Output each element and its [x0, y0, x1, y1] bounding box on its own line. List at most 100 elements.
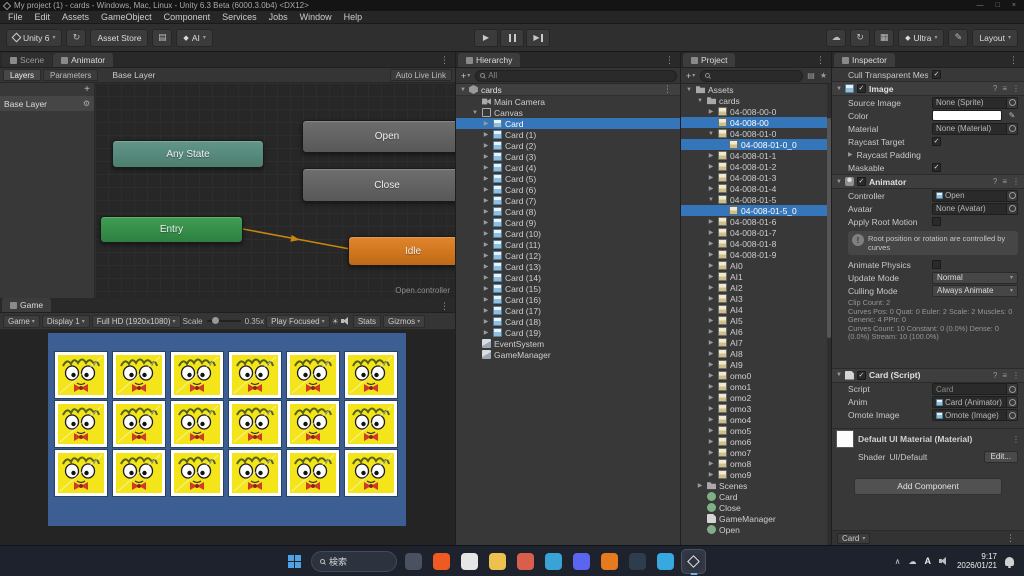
foldout-arrow[interactable]: ▶ — [707, 449, 715, 456]
eyedropper-icon[interactable]: ✎ — [1006, 110, 1018, 122]
hierarchy-item[interactable]: ▶ Card (9) — [456, 217, 680, 228]
foldout-arrow[interactable]: ▶ — [707, 108, 715, 115]
foldout-arrow[interactable]: ▶ — [482, 186, 490, 193]
raycast-target-checkbox[interactable]: ✓ — [932, 137, 941, 146]
project-item[interactable]: ▶ omo6 — [681, 436, 831, 447]
omote-image-field[interactable]: Omote (Image) — [932, 409, 1018, 421]
project-item[interactable]: Close — [681, 502, 831, 513]
menu-item[interactable]: Help — [338, 11, 369, 23]
project-item[interactable]: ▶ 04-008-00-0 — [681, 106, 831, 117]
game-card[interactable] — [229, 450, 281, 496]
hierarchy-item[interactable]: ▶ Card (12) — [456, 250, 680, 261]
auto-live-link-button[interactable]: Auto Live Link — [390, 69, 452, 81]
game-card[interactable] — [113, 352, 165, 398]
scale-slider-knob[interactable] — [212, 317, 219, 324]
foldout-arrow[interactable]: ▶ — [707, 361, 715, 368]
game-card[interactable] — [55, 352, 107, 398]
foldout-arrow[interactable]: ▶ — [707, 174, 715, 181]
project-item[interactable]: ▼ Assets — [681, 84, 831, 95]
volume-icon[interactable] — [939, 557, 949, 565]
foldout-arrow[interactable]: ▶ — [707, 394, 715, 401]
foldout-arrow[interactable]: ▶ — [482, 296, 490, 303]
tab-inspector[interactable]: Inspector — [834, 53, 895, 67]
maskable-checkbox[interactable]: ✓ — [932, 163, 941, 172]
presets-icon[interactable]: ≡ — [1002, 84, 1007, 93]
taskbar-search-input[interactable]: 検索 — [311, 551, 397, 572]
gizmos-dropdown[interactable]: Gizmos▾ — [383, 315, 425, 328]
taskbar-app-chatgpt[interactable] — [458, 550, 481, 573]
foldout-arrow[interactable]: ▶ — [707, 427, 715, 434]
foldout-arrow[interactable]: ▼ — [685, 87, 693, 93]
ultra-dropdown[interactable]: ◆Ultra▾ — [898, 29, 944, 47]
material-header[interactable]: Default UI Material (Material) ⋮ — [832, 428, 1024, 450]
component-menu-icon[interactable]: ⋮ — [1012, 435, 1020, 444]
hierarchy-item[interactable]: ▶ Card (10) — [456, 228, 680, 239]
scene-menu-icon[interactable]: ⋮ — [659, 84, 676, 95]
help-icon[interactable]: ? — [993, 371, 997, 380]
taskbar-app-discord[interactable] — [570, 550, 593, 573]
game-card[interactable] — [345, 352, 397, 398]
foldout-arrow[interactable]: ▶ — [707, 460, 715, 467]
focus-dropdown[interactable]: Play Focused▾ — [266, 315, 329, 328]
card-enabled-checkbox[interactable]: ✓ — [857, 371, 866, 380]
close-button[interactable]: × — [1012, 2, 1016, 9]
project-item[interactable]: Card — [681, 491, 831, 502]
card-script-header[interactable]: ▼ ✓ Card (Script) ?≡⋮ — [832, 368, 1024, 383]
minimize-button[interactable]: — — [977, 2, 984, 9]
foldout-arrow[interactable]: ▶ — [707, 273, 715, 280]
animator-component-header[interactable]: ▼ ✓ Animator ?≡⋮ — [832, 174, 1024, 189]
project-item[interactable]: ▶ omo5 — [681, 425, 831, 436]
foldout-arrow[interactable]: ▶ — [707, 218, 715, 225]
layer-settings-gear-icon[interactable]: ⚙ — [83, 99, 90, 108]
foldout-arrow[interactable]: ▶ — [707, 251, 715, 258]
apply-root-motion-checkbox[interactable]: ✓ — [932, 217, 941, 226]
game-card[interactable] — [287, 450, 339, 496]
hierarchy-item[interactable]: ▶ Card (8) — [456, 206, 680, 217]
menu-item[interactable]: Assets — [56, 11, 95, 23]
game-card[interactable] — [345, 450, 397, 496]
hierarchy-item[interactable]: ▶ Card — [456, 118, 680, 129]
component-menu-icon[interactable]: ⋮ — [1012, 177, 1020, 186]
maximize-button[interactable]: □ — [996, 2, 1000, 9]
panel-menu-icon[interactable]: ⋮ — [812, 55, 829, 66]
anim-field[interactable]: Card (Animator) — [932, 396, 1018, 408]
tab-game[interactable]: Game — [2, 298, 51, 312]
foldout-arrow[interactable]: ▶ — [707, 163, 715, 170]
project-item[interactable]: ▶ AI9 — [681, 359, 831, 370]
component-menu-icon[interactable]: ⋮ — [1012, 371, 1020, 380]
foldout-arrow[interactable]: ▶ — [707, 262, 715, 269]
update-mode-dropdown[interactable]: Normal▾ — [932, 272, 1018, 284]
taskbar-app-chrome[interactable] — [514, 550, 537, 573]
foldout-arrow[interactable]: ▶ — [707, 284, 715, 291]
hierarchy-item[interactable]: ▼ Canvas — [456, 107, 680, 118]
menu-item[interactable]: File — [2, 11, 29, 23]
project-item[interactable]: ▶ omo4 — [681, 414, 831, 425]
pause-button[interactable] — [500, 29, 524, 47]
foldout-arrow[interactable]: ▶ — [482, 175, 490, 182]
cull-transparent-checkbox[interactable]: ✓ — [932, 70, 941, 79]
game-card[interactable] — [55, 450, 107, 496]
project-item[interactable]: ▶ 04-008-01-3 — [681, 172, 831, 183]
package-manager-icon[interactable]: ▤ — [152, 29, 172, 47]
create-button[interactable]: +▾ — [459, 71, 472, 81]
project-item[interactable]: ▶ omo3 — [681, 403, 831, 414]
scale-slider[interactable] — [207, 320, 241, 322]
avatar-field[interactable]: None (Avatar) — [932, 203, 1018, 215]
hierarchy-item[interactable]: EventSystem — [456, 338, 680, 349]
project-item[interactable]: ▶ AI5 — [681, 315, 831, 326]
animate-physics-checkbox[interactable]: ✓ — [932, 260, 941, 269]
taskbar-app-telegram[interactable] — [654, 550, 677, 573]
stats-button[interactable]: Stats — [353, 315, 381, 328]
game-card[interactable] — [113, 401, 165, 447]
foldout-arrow[interactable]: ▶ — [707, 317, 715, 324]
hierarchy-item[interactable]: ▶ Card (4) — [456, 162, 680, 173]
state-idle[interactable]: Idle — [348, 236, 455, 266]
ime-mode-indicator[interactable]: A — [924, 556, 931, 566]
asset-bundle-menu-icon[interactable]: ⋮ — [1002, 533, 1019, 544]
animator-enabled-checkbox[interactable]: ✓ — [857, 177, 866, 186]
resolution-dropdown[interactable]: Full HD (1920x1080)▾ — [92, 315, 181, 328]
state-any-state[interactable]: Any State — [112, 140, 264, 168]
game-card[interactable] — [171, 401, 223, 447]
foldout-arrow[interactable]: ▶ — [482, 252, 490, 259]
project-item[interactable]: ▶ AI7 — [681, 337, 831, 348]
